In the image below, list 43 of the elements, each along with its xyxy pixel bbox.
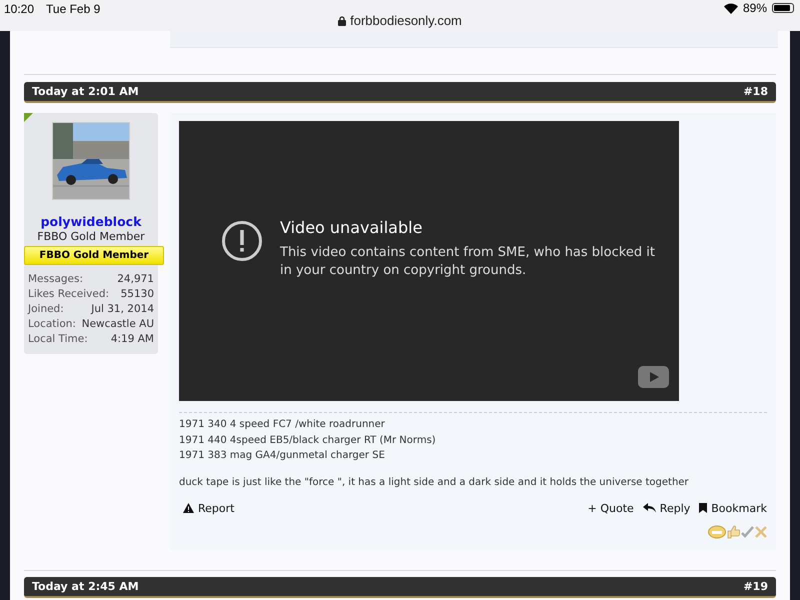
video-player[interactable]: Video unavailable This video contains content from SME, who has blocked it in your country on copyright grounds. — [179, 121, 679, 401]
reply-arrow-icon — [642, 503, 656, 513]
date-text: Tue Feb 9 — [46, 2, 100, 16]
user-title: FBBO Gold Member — [37, 230, 145, 243]
bookmark-button[interactable]: Bookmark — [699, 502, 767, 514]
post-date[interactable]: Today at 2:45 AM — [32, 580, 139, 593]
stat-label: Location: — [28, 318, 76, 330]
post-number[interactable]: #18 — [743, 85, 768, 98]
bookmark-icon — [699, 503, 708, 513]
battery-percent: 89% — [742, 1, 767, 15]
stat-label: Local Time: — [28, 333, 88, 345]
stat-value: Jul 31, 2014 — [91, 303, 154, 315]
stat-value: Newcastle AU — [82, 318, 154, 330]
warning-icon — [183, 503, 194, 513]
user-rank-banner: FBBO Gold Member — [24, 246, 164, 265]
battery-icon — [772, 3, 794, 13]
play-logo-icon[interactable] — [638, 366, 669, 388]
x-icon[interactable] — [755, 524, 767, 538]
signature-line: 1971 440 4speed EB5/black charger RT (Mr Norms) — [179, 434, 437, 448]
check-icon[interactable] — [741, 524, 754, 538]
stat-value: 4:19 AM — [110, 333, 154, 345]
username-link[interactable]: polywideblock — [40, 214, 142, 229]
video-error-title: Video unavailable — [280, 218, 424, 237]
clock-time: 10:20 — [4, 2, 34, 16]
signature-line: 1971 340 4 speed FC7 /white roadrunner — [179, 418, 386, 432]
report-button[interactable]: Report — [183, 502, 234, 514]
reply-button[interactable]: Reply — [642, 502, 690, 514]
signature-quote: duck tape is just like the "force ", it has a light side and a dark side and it holds the universe together — [179, 476, 690, 488]
lock-icon — [338, 16, 346, 26]
url-text[interactable]: forbbodiesonly.com — [350, 13, 462, 28]
exclamation-circle-icon — [221, 220, 263, 262]
post-number[interactable]: #19 — [743, 580, 768, 593]
stat-label: Messages: — [28, 273, 84, 285]
thumbs-up-icon[interactable] — [727, 524, 740, 538]
quote-button[interactable]: + Quote — [588, 502, 634, 514]
post-date[interactable]: Today at 2:01 AM — [32, 85, 139, 98]
stat-label: Joined: — [28, 303, 64, 315]
stat-label: Likes Received: — [28, 288, 110, 300]
wifi-icon — [724, 2, 738, 14]
stat-value: 24,971 — [117, 273, 154, 285]
stat-value: 55130 — [120, 288, 154, 300]
video-error-message: This video contains content from SME, who has blocked it in your country on copyright grounds. — [280, 244, 655, 280]
signature-line: 1971 383 mag GA4/gunmetal charger SE — [179, 449, 386, 463]
